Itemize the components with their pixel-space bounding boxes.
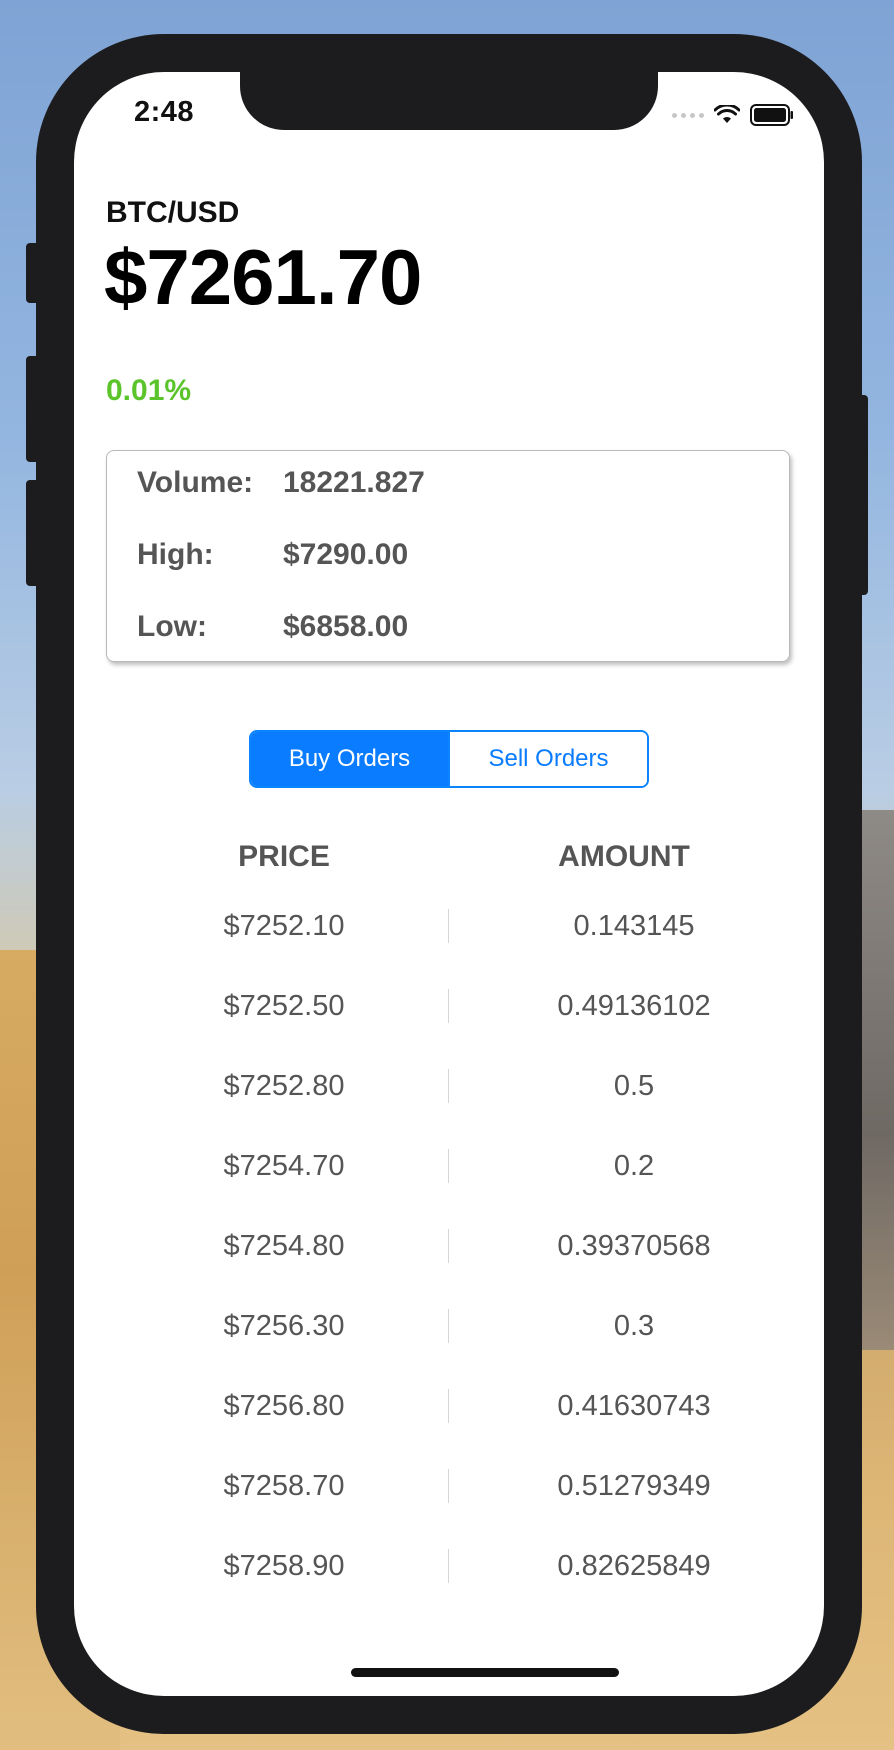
app-screen: 2:48 BTC/USD $7261.70 0.01% Volume: 1822… [74, 72, 824, 1696]
order-price: $7254.80 [223, 1230, 345, 1262]
current-price: $7261.70 [104, 233, 422, 321]
order-amount: 0.51279349 [557, 1470, 711, 1502]
column-divider [448, 1069, 449, 1103]
table-row[interactable]: $7258.70 0.51279349 [74, 1466, 824, 1546]
column-divider [448, 1309, 449, 1343]
column-divider [448, 1549, 449, 1583]
low-value: $6858.00 [283, 610, 409, 643]
table-row[interactable]: $7252.80 0.5 [74, 1066, 824, 1146]
order-amount: 0.3 [613, 1310, 655, 1342]
order-amount: 0.39370568 [557, 1230, 711, 1262]
price-change: 0.01% [106, 374, 192, 407]
market-stats-card: Volume: 18221.827 High: $7290.00 Low: $6… [106, 450, 790, 662]
phone-frame: 2:48 BTC/USD $7261.70 0.01% Volume: 1822… [36, 34, 862, 1734]
order-price: $7252.10 [223, 910, 345, 942]
high-row: High: $7290.00 [137, 535, 408, 575]
volume-value: 18221.827 [283, 466, 425, 499]
high-value: $7290.00 [283, 538, 409, 571]
column-divider [448, 1469, 449, 1503]
order-price: $7254.70 [223, 1150, 345, 1182]
order-amount: 0.143145 [573, 910, 695, 942]
volume-label: Volume: [137, 466, 254, 499]
order-amount: 0.5 [613, 1070, 655, 1102]
buy-orders-segment[interactable]: Buy Orders [251, 732, 448, 786]
table-row[interactable]: $7252.10 0.143145 [74, 906, 824, 986]
sell-orders-segment[interactable]: Sell Orders [448, 732, 647, 786]
table-row[interactable]: $7258.90 0.82625849 [74, 1546, 824, 1626]
column-divider [448, 909, 449, 943]
price-column-header: PRICE [238, 840, 330, 873]
currency-pair: BTC/USD [106, 196, 240, 229]
order-book-list: $7252.10 0.143145 $7252.50 0.49136102 $7… [74, 906, 824, 1626]
order-amount: 0.41630743 [557, 1390, 711, 1422]
column-divider [448, 1389, 449, 1423]
status-time: 2:48 [134, 96, 195, 128]
status-icons [672, 100, 794, 130]
high-label: High: [137, 538, 214, 571]
battery-icon [750, 104, 793, 126]
home-indicator[interactable] [351, 1668, 619, 1677]
table-row[interactable]: $7256.80 0.41630743 [74, 1386, 824, 1466]
order-type-segmented-control: Buy Orders Sell Orders [249, 730, 649, 788]
column-divider [448, 1149, 449, 1183]
table-row[interactable]: $7256.30 0.3 [74, 1306, 824, 1386]
table-row[interactable]: $7254.80 0.39370568 [74, 1226, 824, 1306]
order-price: $7256.30 [223, 1310, 345, 1342]
column-divider [448, 989, 449, 1023]
order-amount: 0.49136102 [557, 990, 711, 1022]
order-price: $7258.70 [223, 1470, 345, 1502]
notch [240, 72, 658, 130]
low-label: Low: [137, 610, 207, 643]
low-row: Low: $6858.00 [137, 607, 408, 647]
order-price: $7258.90 [223, 1550, 345, 1582]
wifi-icon [714, 105, 740, 123]
order-price: $7252.50 [223, 990, 345, 1022]
order-price: $7256.80 [223, 1390, 345, 1422]
order-amount: 0.2 [613, 1150, 655, 1182]
table-row[interactable]: $7254.70 0.2 [74, 1146, 824, 1226]
table-row[interactable]: $7252.50 0.49136102 [74, 986, 824, 1066]
column-divider [448, 1229, 449, 1263]
cellular-signal-icon [672, 112, 704, 118]
volume-row: Volume: 18221.827 [137, 463, 425, 503]
order-amount: 0.82625849 [557, 1550, 711, 1582]
amount-column-header: AMOUNT [558, 840, 690, 873]
order-price: $7252.80 [223, 1070, 345, 1102]
